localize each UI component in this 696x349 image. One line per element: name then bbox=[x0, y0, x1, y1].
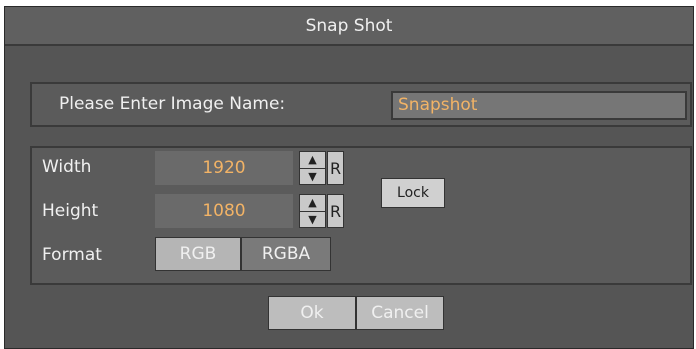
height-spinner[interactable]: ▲ ▼ bbox=[299, 194, 326, 228]
format-rgba-button[interactable]: RGBA bbox=[241, 237, 331, 271]
arrow-down-icon[interactable]: ▼ bbox=[300, 169, 325, 185]
snapshot-dialog: Snap Shot Please Enter Image Name: Snaps… bbox=[4, 6, 694, 349]
width-spinner[interactable]: ▲ ▼ bbox=[299, 151, 326, 185]
width-input[interactable]: 1920 bbox=[155, 151, 293, 185]
image-name-panel: Please Enter Image Name: Snapshot bbox=[30, 82, 692, 127]
image-name-input[interactable]: Snapshot bbox=[391, 91, 687, 120]
dialog-title: Snap Shot bbox=[5, 7, 693, 46]
arrow-down-icon[interactable]: ▼ bbox=[300, 212, 325, 228]
height-label: Height bbox=[42, 201, 99, 221]
format-label: Format bbox=[42, 245, 102, 265]
ok-button[interactable]: Ok bbox=[268, 296, 356, 330]
height-reset-button[interactable]: R bbox=[327, 194, 344, 228]
size-panel: Width 1920 ▲ ▼ R Height 1080 ▲ ▼ R Lock … bbox=[30, 146, 692, 285]
format-rgb-button[interactable]: RGB bbox=[155, 237, 241, 271]
arrow-up-icon[interactable]: ▲ bbox=[300, 152, 325, 169]
arrow-up-icon[interactable]: ▲ bbox=[300, 195, 325, 212]
image-name-label: Please Enter Image Name: bbox=[59, 94, 286, 114]
height-input[interactable]: 1080 bbox=[155, 194, 293, 228]
width-label: Width bbox=[42, 157, 92, 177]
width-reset-button[interactable]: R bbox=[327, 151, 344, 185]
cancel-button[interactable]: Cancel bbox=[356, 296, 444, 330]
lock-button[interactable]: Lock bbox=[381, 178, 445, 208]
